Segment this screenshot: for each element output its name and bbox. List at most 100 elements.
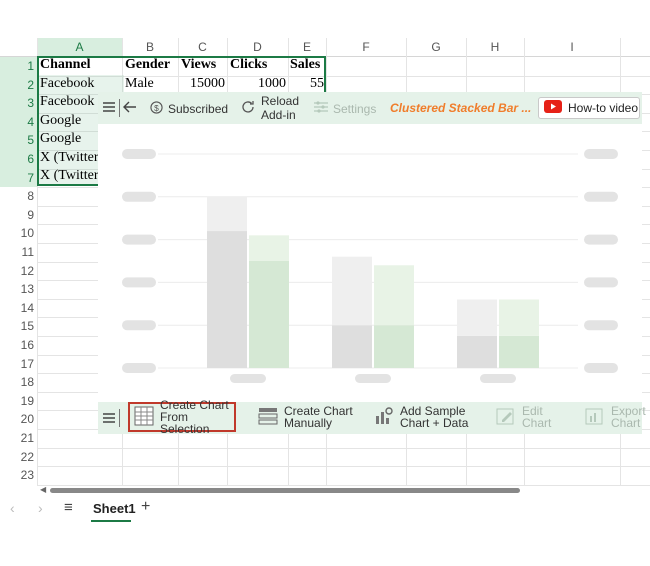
y-axis-label-placeholder-right — [584, 277, 618, 288]
bar-segment-lower — [499, 335, 539, 368]
x-axis-label-placeholder — [480, 374, 516, 383]
cell-a3[interactable]: Facebook — [40, 94, 98, 110]
add-sample-label: Add Sample Chart + Data — [400, 404, 469, 430]
reload-label: Reload Add-in — [261, 94, 300, 122]
sheet-tabs-bar: ‹ › ≡ Sheet1 + — [0, 494, 650, 524]
row-header-3[interactable]: 3 — [0, 94, 37, 113]
export-chart-button[interactable]: Export Chart — [585, 405, 646, 429]
create-chart-from-selection-button[interactable]: Create Chart From Selection — [128, 399, 236, 435]
cell-d1[interactable]: Clicks — [230, 57, 286, 73]
bar-segment-lower — [332, 325, 372, 368]
divider — [119, 99, 120, 117]
cell-a1[interactable]: Channel — [40, 57, 120, 73]
row-header-2[interactable]: 2 — [0, 75, 37, 95]
next-sheet-arrow-icon[interactable]: › — [38, 500, 43, 516]
row-header-15[interactable]: 15 — [0, 317, 37, 336]
row-header-9[interactable]: 9 — [0, 206, 37, 225]
row-header-1[interactable]: 1 — [0, 57, 37, 76]
cell-d2[interactable]: 1000 — [227, 76, 286, 92]
row-header-18[interactable]: 18 — [0, 373, 37, 392]
youtube-icon — [544, 100, 562, 116]
cell-b2[interactable]: Male — [125, 76, 177, 92]
col-header-h[interactable]: H — [466, 38, 524, 57]
create-chart-manually-button[interactable]: Create Chart Manually — [258, 405, 353, 429]
row-header-17[interactable]: 17 — [0, 355, 37, 374]
col-header-g[interactable]: G — [406, 38, 466, 57]
prev-sheet-arrow-icon[interactable]: ‹ — [10, 500, 15, 516]
col-header-b[interactable]: B — [122, 38, 178, 57]
sheet-tab-sheet1[interactable]: Sheet1 — [93, 501, 136, 516]
y-axis-label-placeholder-left — [122, 234, 156, 245]
bar-segment-upper — [457, 299, 497, 336]
edit-chart-icon — [496, 406, 516, 428]
settings-label: Settings — [333, 101, 377, 116]
add-sheet-button[interactable]: + — [141, 498, 150, 516]
row-header-4[interactable]: 4 — [0, 112, 37, 132]
row-header-22[interactable]: 22 — [0, 448, 37, 467]
reload-icon — [240, 99, 256, 118]
row-header-20[interactable]: 20 — [0, 410, 37, 429]
menu-icon[interactable] — [102, 100, 116, 117]
all-sheets-menu-icon[interactable]: ≡ — [64, 499, 73, 516]
spreadsheet-table-icon — [134, 406, 154, 428]
row-header-13[interactable]: 13 — [0, 280, 37, 299]
bar-segment-lower — [207, 231, 247, 368]
cell-a7[interactable]: X (Twitter — [40, 168, 98, 184]
cell-e2[interactable]: 55 — [288, 76, 324, 92]
row-header-5[interactable]: 5 — [0, 131, 37, 150]
y-axis-label-placeholder-right — [584, 363, 618, 373]
cell-e1[interactable]: Sales — [290, 57, 326, 73]
bar-segment-upper — [249, 235, 289, 261]
row-header-21[interactable]: 21 — [0, 429, 37, 448]
cell-c1[interactable]: Views — [181, 57, 227, 73]
chart-addin-panel: $ Subscribed Reload Add-in Settings Clus… — [98, 92, 646, 435]
col-header-d[interactable]: D — [227, 38, 288, 57]
row-header-23[interactable]: 23 — [0, 466, 37, 485]
row-header-11[interactable]: 11 — [0, 243, 37, 262]
row-header-14[interactable]: 14 — [0, 299, 37, 318]
settings-button[interactable]: Settings — [314, 101, 376, 116]
x-axis-label-placeholder — [230, 374, 266, 383]
edit-chart-button[interactable]: Edit Chart — [496, 405, 551, 429]
col-header-e[interactable]: E — [288, 38, 326, 57]
settings-sliders-icon — [314, 101, 328, 116]
add-sample-chart-button[interactable]: Add Sample Chart + Data — [374, 405, 468, 429]
x-axis-label-placeholder — [355, 374, 391, 383]
col-header-a[interactable]: A — [37, 38, 122, 58]
col-header-f[interactable]: F — [326, 38, 406, 57]
dollar-circle-icon: $ — [150, 101, 163, 117]
y-axis-label-placeholder-left — [122, 149, 156, 159]
row-header-8[interactable]: 8 — [0, 187, 37, 206]
y-axis-label-placeholder-left — [122, 277, 156, 288]
subscribed-status[interactable]: $ Subscribed — [150, 101, 228, 117]
row-header-19[interactable]: 19 — [0, 392, 37, 411]
manual-table-icon — [258, 406, 278, 428]
bar-segment-lower — [457, 335, 497, 368]
row-header-16[interactable]: 16 — [0, 336, 37, 355]
horizontal-scrollbar[interactable] — [50, 488, 520, 493]
addin-bottom-toolbar: Create Chart From Selection Create Chart… — [98, 399, 646, 435]
subscribed-label: Subscribed — [168, 102, 229, 116]
row-header-12[interactable]: 12 — [0, 262, 37, 281]
row-header-10[interactable]: 10 — [0, 224, 37, 243]
bar-segment-upper — [332, 256, 372, 326]
reload-addin-button[interactable]: Reload Add-in — [240, 94, 299, 122]
horizontal-scroll-left-arrow[interactable]: ◀ — [40, 485, 46, 494]
cell-a4[interactable]: Google — [40, 113, 98, 129]
back-arrow-icon[interactable] — [123, 100, 137, 117]
col-header-c[interactable]: C — [178, 38, 227, 57]
cell-b1[interactable]: Gender — [125, 57, 177, 73]
export-chart-icon — [585, 406, 605, 428]
cell-a6[interactable]: X (Twitter — [40, 150, 98, 166]
row-header-7[interactable]: 7 — [0, 168, 37, 188]
cell-a2[interactable]: Facebook — [40, 76, 120, 92]
cell-c2[interactable]: 15000 — [178, 76, 225, 92]
howto-video-button[interactable]: How-to video — [538, 97, 640, 119]
row-header-6[interactable]: 6 — [0, 150, 37, 169]
chart-placeholder — [122, 149, 618, 383]
sample-chart-icon — [374, 406, 394, 428]
cell-a5[interactable]: Google — [40, 131, 98, 147]
col-header-i[interactable]: I — [524, 38, 620, 57]
bottom-menu-icon[interactable] — [102, 411, 116, 428]
active-tab-underline — [91, 520, 131, 522]
